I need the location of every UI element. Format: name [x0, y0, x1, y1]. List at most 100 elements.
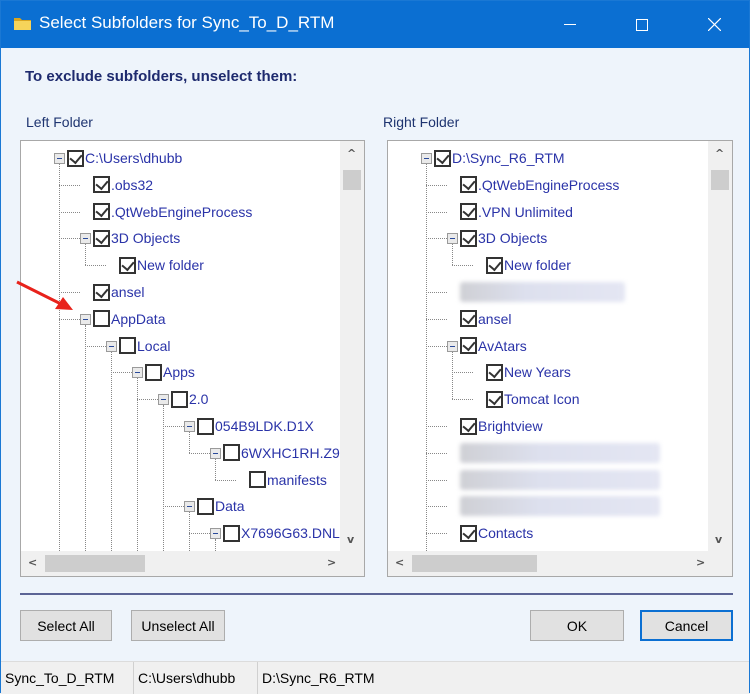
- folder-checkbox[interactable]: [93, 283, 110, 301]
- scroll-down-icon[interactable]: v: [347, 533, 354, 546]
- scroll-right-icon[interactable]: >: [696, 556, 705, 569]
- left-vertical-scrollbar[interactable]: ^ v: [340, 141, 364, 551]
- tree-node[interactable]: .QtWebEngineProcess: [460, 175, 619, 195]
- tree-node[interactable]: Tomcat Icon: [486, 389, 579, 409]
- collapse-toggle-icon[interactable]: [184, 501, 195, 513]
- tree-connector: [452, 244, 453, 266]
- right-vscroll-thumb[interactable]: [711, 170, 729, 190]
- folder-checkbox[interactable]: [145, 363, 162, 381]
- folder-checkbox[interactable]: [119, 337, 136, 355]
- folder-checkbox[interactable]: [460, 310, 477, 328]
- tree-node[interactable]: .obs32: [93, 175, 153, 195]
- folder-checkbox[interactable]: [197, 417, 214, 435]
- tree-node[interactable]: Contacts: [460, 523, 533, 543]
- collapse-toggle-icon[interactable]: [80, 233, 91, 245]
- tree-node[interactable]: AppData: [93, 309, 165, 329]
- collapse-toggle-icon[interactable]: [184, 421, 195, 432]
- collapse-toggle-icon[interactable]: [106, 340, 117, 352]
- tree-node[interactable]: 3D Objects: [93, 228, 180, 248]
- tree-node[interactable]: .VPN Unlimited: [460, 202, 573, 222]
- collapse-toggle-icon[interactable]: [210, 447, 221, 459]
- tree-node[interactable]: X7696G63.DNL: [223, 523, 340, 543]
- tree-node[interactable]: New folder: [119, 255, 204, 275]
- collapse-toggle-icon[interactable]: [210, 528, 221, 540]
- folder-checkbox[interactable]: [67, 149, 84, 167]
- tree-node[interactable]: New Years: [486, 362, 571, 382]
- folder-checkbox[interactable]: [223, 444, 240, 462]
- scroll-up-icon[interactable]: ^: [715, 147, 724, 160]
- title-bar[interactable]: Select Subfolders for Sync_To_D_RTM: [1, 1, 749, 48]
- unselect-all-button[interactable]: Unselect All: [131, 610, 225, 641]
- collapse-toggle-icon[interactable]: [447, 233, 458, 245]
- folder-checkbox[interactable]: [93, 203, 110, 221]
- tree-node[interactable]: Local: [119, 336, 170, 356]
- divider: [20, 593, 733, 595]
- tree-node[interactable]: C:\Users\dhubb: [67, 148, 182, 168]
- select-all-button[interactable]: Select All: [20, 610, 112, 641]
- folder-checkbox[interactable]: [197, 497, 214, 515]
- folder-checkbox[interactable]: [460, 176, 477, 194]
- tree-node[interactable]: D:\Sync_R6_RTM: [434, 148, 565, 168]
- right-hscroll-thumb[interactable]: [412, 555, 537, 572]
- scroll-down-icon[interactable]: v: [715, 533, 722, 546]
- collapse-toggle-icon[interactable]: [80, 313, 91, 325]
- tree-node[interactable]: 6WXHC1RH.Z9Y: [223, 443, 341, 463]
- right-vertical-scrollbar[interactable]: ^ v: [708, 141, 732, 551]
- tree-node[interactable]: AvAtars: [460, 336, 527, 356]
- scroll-up-icon[interactable]: ^: [347, 147, 356, 160]
- tree-node[interactable]: 3D Objects: [460, 228, 547, 248]
- folder-label: X7696G63.DNL: [241, 525, 340, 542]
- tree-connector: [426, 238, 447, 240]
- folder-checkbox[interactable]: [249, 471, 266, 489]
- collapse-toggle-icon[interactable]: [421, 153, 432, 164]
- folder-checkbox[interactable]: [460, 337, 477, 355]
- folder-checkbox[interactable]: [460, 203, 477, 221]
- close-button[interactable]: [691, 1, 737, 48]
- scroll-right-icon[interactable]: >: [327, 556, 336, 569]
- scroll-left-icon[interactable]: <: [395, 556, 404, 569]
- left-horizontal-scrollbar[interactable]: < >: [21, 551, 364, 576]
- tree-node[interactable]: .QtWebEngineProcess: [93, 202, 252, 222]
- folder-checkbox[interactable]: [93, 310, 110, 328]
- window-title: Select Subfolders for Sync_To_D_RTM: [39, 13, 335, 32]
- left-vscroll-thumb[interactable]: [343, 170, 361, 190]
- tree-node[interactable]: 2.0: [171, 389, 208, 409]
- collapse-toggle-icon[interactable]: [447, 340, 458, 352]
- folder-checkbox[interactable]: [486, 363, 503, 381]
- instruction-text: To exclude subfolders, unselect them:: [25, 68, 298, 85]
- folder-checkbox[interactable]: [223, 524, 240, 542]
- folder-checkbox[interactable]: [460, 417, 477, 435]
- ok-button[interactable]: OK: [530, 610, 624, 641]
- left-hscroll-thumb[interactable]: [45, 555, 145, 572]
- collapse-toggle-icon[interactable]: [54, 153, 65, 164]
- minimize-button[interactable]: [547, 1, 593, 48]
- folder-checkbox[interactable]: [460, 524, 477, 542]
- left-folder-tree[interactable]: C:\Users\dhubb .obs32 .QtWebEngineProcess 3…: [20, 140, 365, 577]
- collapse-toggle-icon[interactable]: [158, 394, 169, 406]
- right-folder-label: Right Folder: [383, 114, 460, 130]
- folder-checkbox[interactable]: [486, 390, 503, 408]
- scroll-left-icon[interactable]: <: [28, 556, 37, 569]
- tree-node[interactable]: Apps: [145, 362, 195, 382]
- folder-checkbox[interactable]: [434, 149, 451, 167]
- folder-checkbox[interactable]: [93, 176, 110, 194]
- maximize-button[interactable]: [619, 1, 665, 48]
- cancel-button[interactable]: Cancel: [640, 610, 733, 641]
- folder-checkbox[interactable]: [171, 390, 188, 408]
- tree-connector: [426, 292, 447, 293]
- tree-node[interactable]: Data: [197, 496, 245, 516]
- tree-node[interactable]: ansel: [93, 282, 144, 302]
- tree-node[interactable]: Brightview: [460, 416, 543, 436]
- tree-node[interactable]: 054B9LDK.D1X: [197, 416, 314, 436]
- tree-node[interactable]: ansel: [460, 309, 511, 329]
- tree-node[interactable]: manifests: [249, 470, 327, 490]
- folder-checkbox[interactable]: [93, 229, 110, 247]
- folder-checkbox[interactable]: [460, 229, 477, 247]
- folder-checkbox[interactable]: [486, 256, 503, 274]
- right-folder-tree[interactable]: D:\Sync_R6_RTM .QtWebEngineProcess .VPN Un…: [387, 140, 733, 577]
- folder-checkbox[interactable]: [119, 256, 136, 274]
- tree-connector: [111, 372, 132, 374]
- tree-node[interactable]: New folder: [486, 255, 571, 275]
- collapse-toggle-icon[interactable]: [132, 367, 143, 379]
- right-horizontal-scrollbar[interactable]: < >: [388, 551, 732, 576]
